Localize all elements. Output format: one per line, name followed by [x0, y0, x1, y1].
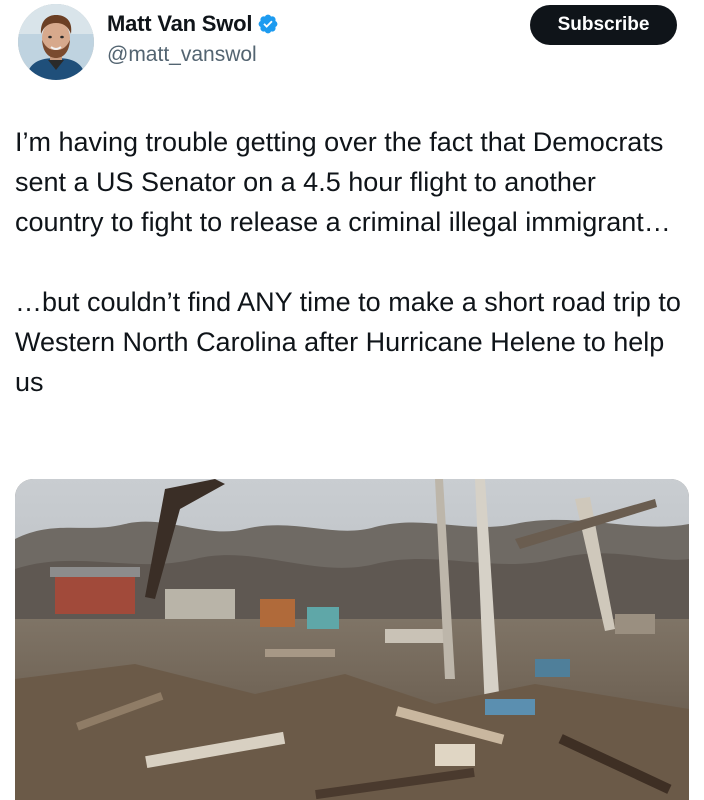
- storm-damage-image: [15, 479, 689, 800]
- user-handle[interactable]: @matt_vanswol: [107, 43, 279, 67]
- verified-badge-icon: [257, 13, 279, 35]
- tweet-paragraph: I’m having trouble getting over the fact…: [15, 127, 671, 237]
- name-row: Matt Van Swol: [107, 10, 279, 38]
- display-name[interactable]: Matt Van Swol: [107, 11, 253, 37]
- media-thumbnail[interactable]: [15, 479, 689, 800]
- subscribe-button[interactable]: Subscribe: [530, 5, 677, 45]
- tweet-paragraph: …but couldn’t find ANY time to make a sh…: [15, 287, 681, 397]
- avatar-photo: [18, 4, 94, 80]
- avatar[interactable]: [18, 4, 94, 80]
- author-info: Matt Van Swol @matt_vanswol: [107, 10, 279, 67]
- tweet-card: Matt Van Swol @matt_vanswol Subscribe I’…: [0, 0, 704, 800]
- tweet-text: I’m having trouble getting over the fact…: [15, 122, 685, 402]
